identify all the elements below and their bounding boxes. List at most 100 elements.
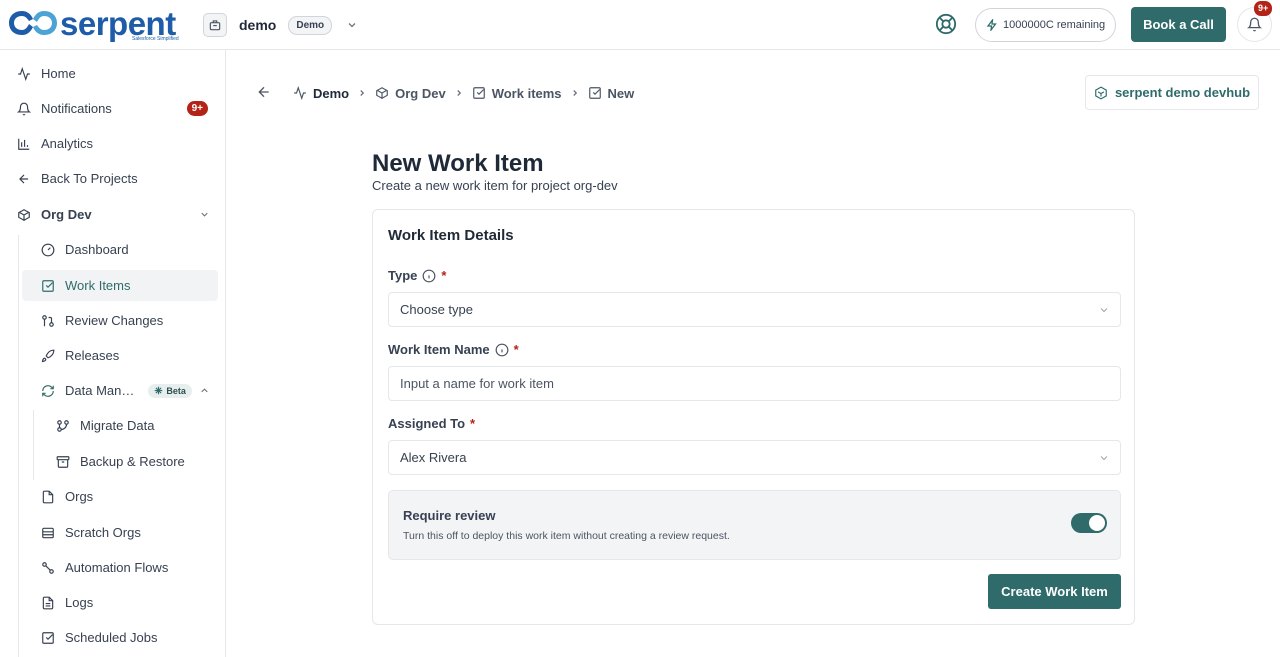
type-select-value: Choose type <box>400 302 473 317</box>
sidebar-item-work-items[interactable]: Work Items <box>22 270 218 301</box>
sidebar-item-label: Notifications <box>41 101 112 116</box>
sidebar-item-dashboard[interactable]: Dashboard <box>32 234 218 265</box>
devhub-label: serpent demo devhub <box>1114 85 1251 100</box>
breadcrumb-label: Demo <box>313 85 350 101</box>
check-square-icon <box>588 87 601 99</box>
work-item-details-card: Work Item Details Type * Choose type Wor… <box>372 209 1135 625</box>
back-arrow-icon[interactable] <box>256 84 274 102</box>
require-review-title: Require review <box>403 508 496 523</box>
sidebar-item-home[interactable]: Home <box>8 58 218 89</box>
required-asterisk: * <box>441 268 447 283</box>
rocket-icon <box>40 348 55 363</box>
devhub-button[interactable]: serpent demo devhub <box>1085 75 1259 110</box>
sidebar-item-label: Scratch Orgs <box>65 525 141 540</box>
sidebar-item-label: Org Dev <box>41 207 92 222</box>
sidebar: Home Notifications 9+ Analytics Back To … <box>0 50 226 657</box>
page-subtitle: Create a new work item for project org-d… <box>372 178 618 193</box>
page-title: New Work Item <box>372 150 544 177</box>
sidebar-item-label: Work Items <box>65 278 131 293</box>
book-call-button[interactable]: Book a Call <box>1131 7 1226 42</box>
sidebar-item-label: Scheduled Jobs <box>65 630 158 645</box>
sidebar-item-automation-flows[interactable]: Automation Flows <box>32 552 218 583</box>
archive-icon <box>55 454 70 469</box>
breadcrumb-item-org-dev[interactable]: Org Dev <box>375 86 446 101</box>
sidebar-item-label: Back To Projects <box>41 171 138 186</box>
sidebar-item-logs[interactable]: Logs <box>32 587 218 618</box>
assigned-to-select[interactable]: Alex Rivera <box>388 440 1121 475</box>
sidebar-item-backup-restore[interactable]: Backup & Restore <box>47 446 218 477</box>
type-field-label: Type * <box>388 268 446 283</box>
breadcrumb-item-work-items[interactable]: Work items <box>472 86 562 101</box>
info-icon[interactable] <box>495 343 509 357</box>
logo-tagline: Salesforce Simplified <box>132 36 179 42</box>
serpent-logo[interactable]: serpent Salesforce Simplified <box>8 5 188 42</box>
chevron-down-icon <box>1100 455 1108 460</box>
org-switcher[interactable]: demo Demo <box>203 12 358 38</box>
sidebar-section-org-dev[interactable]: Org Dev <box>8 199 218 230</box>
breadcrumb: Demo Org Dev Work items New <box>293 84 634 102</box>
sidebar-item-scheduled-jobs[interactable]: Scheduled Jobs <box>32 622 218 653</box>
calendar-check-icon <box>40 630 55 645</box>
sidebar-item-releases[interactable]: Releases <box>32 340 218 371</box>
breadcrumb-item-demo[interactable]: Demo <box>293 86 349 101</box>
sidebar-item-back-to-projects[interactable]: Back To Projects <box>8 163 218 194</box>
field-label-text: Type <box>388 268 418 283</box>
chevron-down-icon <box>348 23 356 28</box>
credits-remaining-button[interactable]: 1000000C remaining <box>975 8 1117 42</box>
breadcrumb-label: Work items <box>491 85 562 101</box>
check-square-icon <box>472 87 485 99</box>
tree-guide-line-nested <box>33 410 34 480</box>
chevron-right-icon <box>360 90 365 96</box>
tree-guide-line <box>18 235 19 657</box>
file-icon <box>40 489 55 504</box>
sidebar-item-analytics[interactable]: Analytics <box>8 128 218 159</box>
required-asterisk: * <box>513 342 519 357</box>
sidebar-item-data-management[interactable]: Data Man… Beta <box>32 375 218 406</box>
chevron-down-icon <box>201 212 208 217</box>
bell-icon <box>16 101 31 116</box>
sidebar-item-label: Releases <box>65 348 120 363</box>
field-label-text: Assigned To <box>388 416 466 431</box>
chevron-right-icon <box>457 90 461 96</box>
notification-count-badge: 9+ <box>1254 1 1273 16</box>
git-pull-request-icon <box>40 313 55 328</box>
org-name: demo <box>239 17 277 33</box>
arrow-left-icon <box>16 171 31 186</box>
info-icon[interactable] <box>422 269 436 283</box>
assigned-to-value: Alex Rivera <box>400 450 467 465</box>
bell-icon <box>1247 17 1262 32</box>
sparkle-icon <box>155 386 163 395</box>
work-item-name-input[interactable] <box>388 366 1121 401</box>
org-env-badge: Demo <box>288 15 333 35</box>
require-review-toggle[interactable] <box>1071 513 1107 533</box>
notifications-count-badge: 9+ <box>186 101 208 116</box>
activity-icon <box>16 66 31 81</box>
refresh-icon <box>40 383 55 398</box>
sidebar-item-scratch-orgs[interactable]: Scratch Orgs <box>32 517 218 548</box>
chevron-up-icon <box>201 388 208 393</box>
breadcrumb-item-new: New <box>588 86 634 101</box>
sidebar-item-review-changes[interactable]: Review Changes <box>32 305 218 336</box>
lightning-icon <box>986 19 997 31</box>
assigned-field-label: Assigned To * <box>388 416 475 431</box>
type-select[interactable]: Choose type <box>388 292 1121 327</box>
sidebar-item-label: Review Changes <box>65 313 164 328</box>
org-icon <box>203 13 227 37</box>
credits-remaining-label: 1000000C remaining <box>1003 19 1106 31</box>
sidebar-item-label: Automation Flows <box>65 560 169 575</box>
field-label-text: Work Item Name <box>388 342 490 357</box>
top-bar: serpent Salesforce Simplified demo Demo … <box>0 0 1280 50</box>
create-work-item-button[interactable]: Create Work Item <box>988 574 1121 609</box>
sidebar-item-label: Backup & Restore <box>80 454 185 469</box>
database-icon <box>40 525 55 540</box>
sidebar-item-label: Home <box>41 66 76 81</box>
sidebar-item-notifications[interactable]: Notifications 9+ <box>8 93 218 124</box>
help-icon[interactable] <box>935 13 957 35</box>
box-icon <box>376 87 388 99</box>
sidebar-item-migrate-data[interactable]: Migrate Data <box>47 410 218 441</box>
required-asterisk: * <box>470 416 476 431</box>
card-title: Work Item Details <box>388 227 514 244</box>
sidebar-item-orgs[interactable]: Orgs <box>32 481 218 512</box>
gauge-icon <box>40 242 55 257</box>
activity-icon <box>294 86 306 100</box>
